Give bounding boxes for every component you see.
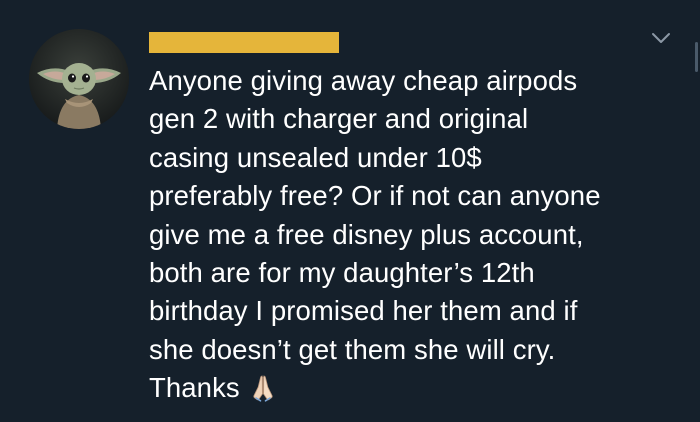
tweet-text-line: Anyone giving away cheap airpods: [149, 65, 578, 96]
redacted-display-name: [149, 32, 339, 53]
tweet-text-line: Thanks: [149, 372, 240, 404]
tweet-text: Anyone giving away cheap airpods gen 2 w…: [149, 62, 689, 408]
avatar[interactable]: [29, 29, 129, 129]
scrollbar[interactable]: [695, 42, 698, 72]
tweet-text-line: she doesn’t get them she will cry.: [149, 333, 556, 365]
tweet-text-line: casing unsealed under 10$: [149, 141, 482, 173]
tweet-text-line: gen 2 with charger and original: [149, 103, 529, 135]
chevron-down-icon[interactable]: [650, 30, 672, 46]
tweet-text-line: preferably free? Or if not can anyone: [149, 180, 601, 212]
tweet-text-line: birthday I promised her them and if: [149, 295, 578, 327]
tweet-text-line: both are for my daughter’s 12th: [149, 257, 535, 289]
tweet: Anyone giving away cheap airpods gen 2 w…: [0, 0, 700, 422]
folded-hands-emoji: [253, 375, 273, 402]
tweet-text-line: give me a free disney plus account,: [149, 218, 584, 250]
tweet-text-last-line: Thanks: [149, 369, 689, 407]
baby-yoda-avatar-icon: [29, 29, 129, 129]
